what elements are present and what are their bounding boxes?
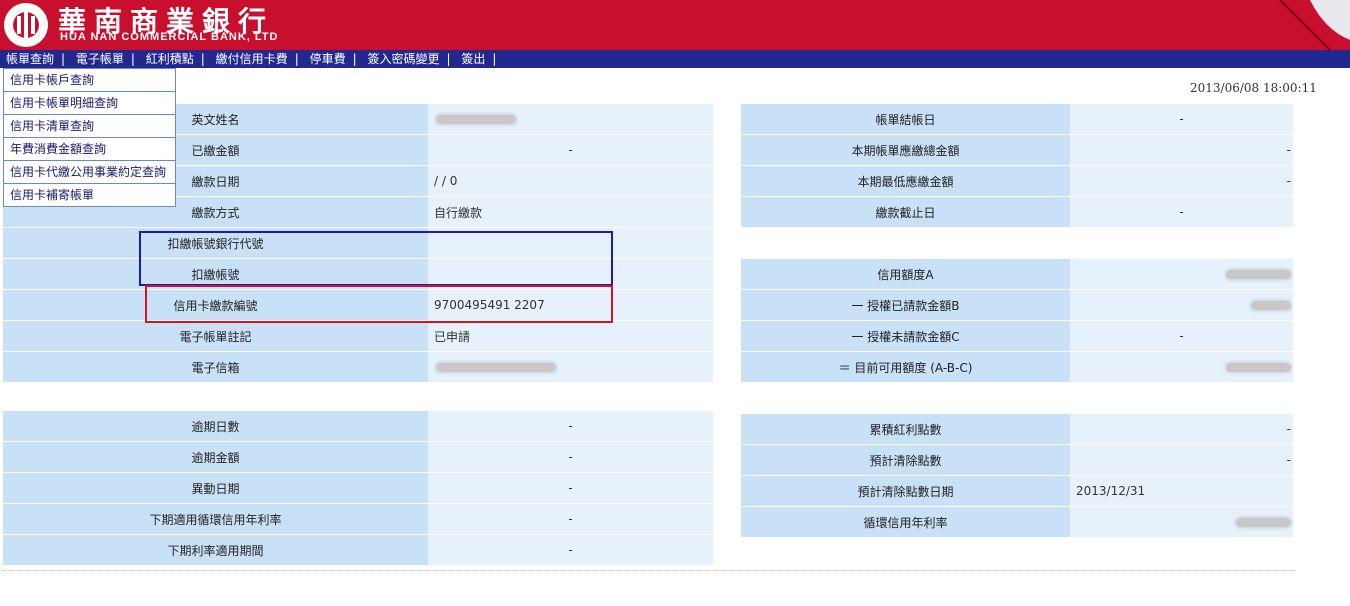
menu-e-statement[interactable]: 電子帳單 bbox=[76, 52, 124, 66]
table-row: 逾期日數 - bbox=[3, 411, 713, 441]
value-payment-method: 自行繳款 bbox=[428, 197, 713, 227]
value-change-date: - bbox=[428, 473, 713, 503]
table-row: 一 授權已請款金額B bbox=[741, 290, 1293, 320]
value-revolving-rate bbox=[1070, 507, 1293, 537]
label-total-due: 本期帳單應繳總金額 bbox=[741, 135, 1070, 165]
table-row: 預計清除點數日期 2013/12/31 bbox=[741, 476, 1293, 506]
dropdown-item-resend-bill[interactable]: 信用卡補寄帳單 bbox=[4, 184, 175, 206]
value-available-credit bbox=[1070, 352, 1293, 382]
table-row: 逾期金額 - bbox=[3, 442, 713, 472]
value-credit-limit bbox=[1070, 259, 1293, 289]
label-next-rate-period: 下期利率適用期間 bbox=[3, 535, 428, 565]
menu-change-password[interactable]: 簽入密碼變更 bbox=[367, 52, 439, 66]
decorative-swoosh-icon bbox=[1279, 0, 1350, 50]
label-e-statement-flag: 電子帳單註記 bbox=[3, 321, 428, 351]
highlight-box-debit-account bbox=[139, 231, 613, 286]
timestamp: 2013/06/08 18:00:11 bbox=[1190, 81, 1317, 95]
label-statement-date: 帳單結帳日 bbox=[741, 104, 1070, 134]
value-points-clear-date: 2013/12/31 bbox=[1070, 476, 1293, 506]
value-english-name bbox=[428, 104, 713, 134]
table-row: 下期適用循環信用年利率 - bbox=[3, 504, 713, 534]
dropdown-item-annual-fee[interactable]: 年費消費金額查詢 bbox=[4, 138, 175, 161]
header-banner: 華南商業銀行 HUA NAN COMMERCIAL BANK, LTD bbox=[0, 0, 1350, 50]
highlight-box-payment-number bbox=[145, 285, 613, 323]
main-menu-bar: 帳單查詢 | 電子帳單 | 紅利積點 | 繳付信用卡費 | 停車費 | 簽入密碼變更 | 簽… bbox=[0, 50, 1350, 68]
footer-divider bbox=[3, 570, 1295, 571]
credit-limit-table: 信用額度A 一 授權已請款金額B 一 授權未請款金額C - ＝ 目前可用額度 (… bbox=[741, 258, 1293, 383]
table-row: 繳款截止日 - bbox=[741, 197, 1293, 227]
value-paid-amount: - bbox=[428, 135, 713, 165]
bank-name-en: HUA NAN COMMERCIAL BANK, LTD bbox=[60, 31, 279, 43]
table-row: 異動日期 - bbox=[3, 473, 713, 503]
label-change-date: 異動日期 bbox=[3, 473, 428, 503]
label-credit-limit: 信用額度A bbox=[741, 259, 1070, 289]
label-available-credit: ＝ 目前可用額度 (A-B-C) bbox=[741, 352, 1070, 382]
label-next-revolving-rate: 下期適用循環信用年利率 bbox=[3, 504, 428, 534]
table-row: 帳單結帳日 - bbox=[741, 104, 1293, 134]
value-overdue-amount: - bbox=[428, 442, 713, 472]
menu-sign-out[interactable]: 簽出 bbox=[461, 52, 485, 66]
dropdown-item-card-list[interactable]: 信用卡清單查詢 bbox=[4, 115, 175, 138]
value-points-to-clear: - bbox=[1070, 445, 1293, 475]
label-authorized-unbilled: 一 授權未請款金額C bbox=[741, 321, 1070, 351]
dropdown-item-statement-detail[interactable]: 信用卡帳單明細查詢 bbox=[4, 92, 175, 115]
value-minimum-due: - bbox=[1070, 166, 1293, 196]
menu-parking-fee[interactable]: 停車費 bbox=[310, 52, 346, 66]
table-row: 循環信用年利率 bbox=[741, 507, 1293, 537]
label-overdue-days: 逾期日數 bbox=[3, 411, 428, 441]
table-row: 本期帳單應繳總金額 - bbox=[741, 135, 1293, 165]
value-overdue-days: - bbox=[428, 411, 713, 441]
statement-summary-table: 帳單結帳日 - 本期帳單應繳總金額 - 本期最低應繳金額 - 繳款截止日 - bbox=[741, 103, 1293, 228]
label-overdue-amount: 逾期金額 bbox=[3, 442, 428, 472]
value-statement-date: - bbox=[1070, 104, 1293, 134]
table-row: 下期利率適用期間 - bbox=[3, 535, 713, 565]
dropdown-item-account[interactable]: 信用卡帳戶查詢 bbox=[4, 69, 175, 92]
value-authorized-unbilled: - bbox=[1070, 321, 1293, 351]
value-next-rate-period: - bbox=[428, 535, 713, 565]
label-authorized-billed: 一 授權已請款金額B bbox=[741, 290, 1070, 320]
table-row: 累積紅利點數 - bbox=[741, 414, 1293, 444]
table-row: 預計清除點數 - bbox=[741, 445, 1293, 475]
dropdown-item-utility-agreement[interactable]: 信用卡代繳公用事業約定查詢 bbox=[4, 161, 175, 184]
table-row: 電子帳單註記 已申請 bbox=[3, 321, 713, 351]
menu-bill-inquiry[interactable]: 帳單查詢 bbox=[6, 52, 54, 66]
bill-inquiry-dropdown: 信用卡帳戶查詢 信用卡帳單明細查詢 信用卡清單查詢 年費消費金額查詢 信用卡代繳… bbox=[3, 68, 176, 207]
label-minimum-due: 本期最低應繳金額 bbox=[741, 166, 1070, 196]
value-e-statement-flag: 已申請 bbox=[428, 321, 713, 351]
menu-bonus-points[interactable]: 紅利積點 bbox=[146, 52, 194, 66]
menu-pay-card-fee[interactable]: 繳付信用卡費 bbox=[216, 52, 288, 66]
value-due-date: - bbox=[1070, 197, 1293, 227]
table-row: ＝ 目前可用額度 (A-B-C) bbox=[741, 352, 1293, 382]
value-payment-date: / / 0 bbox=[428, 166, 713, 196]
label-due-date: 繳款截止日 bbox=[741, 197, 1070, 227]
label-email: 電子信箱 bbox=[3, 352, 428, 382]
label-accumulated-points: 累積紅利點數 bbox=[741, 414, 1070, 444]
value-authorized-billed bbox=[1070, 290, 1293, 320]
bank-logo-icon bbox=[4, 3, 48, 47]
label-points-clear-date: 預計清除點數日期 bbox=[741, 476, 1070, 506]
value-total-due: - bbox=[1070, 135, 1293, 165]
table-row: 信用額度A bbox=[741, 259, 1293, 289]
table-row: 本期最低應繳金額 - bbox=[741, 166, 1293, 196]
table-row: 一 授權未請款金額C - bbox=[741, 321, 1293, 351]
label-points-to-clear: 預計清除點數 bbox=[741, 445, 1070, 475]
value-email bbox=[428, 352, 713, 382]
bonus-points-table: 累積紅利點數 - 預計清除點數 - 預計清除點數日期 2013/12/31 循環… bbox=[741, 413, 1293, 538]
value-accumulated-points: - bbox=[1070, 414, 1293, 444]
value-next-revolving-rate: - bbox=[428, 504, 713, 534]
overdue-info-table: 逾期日數 - 逾期金額 - 異動日期 - 下期適用循環信用年利率 - 下期利率適… bbox=[3, 410, 713, 566]
label-revolving-rate: 循環信用年利率 bbox=[741, 507, 1070, 537]
table-row: 電子信箱 bbox=[3, 352, 713, 382]
